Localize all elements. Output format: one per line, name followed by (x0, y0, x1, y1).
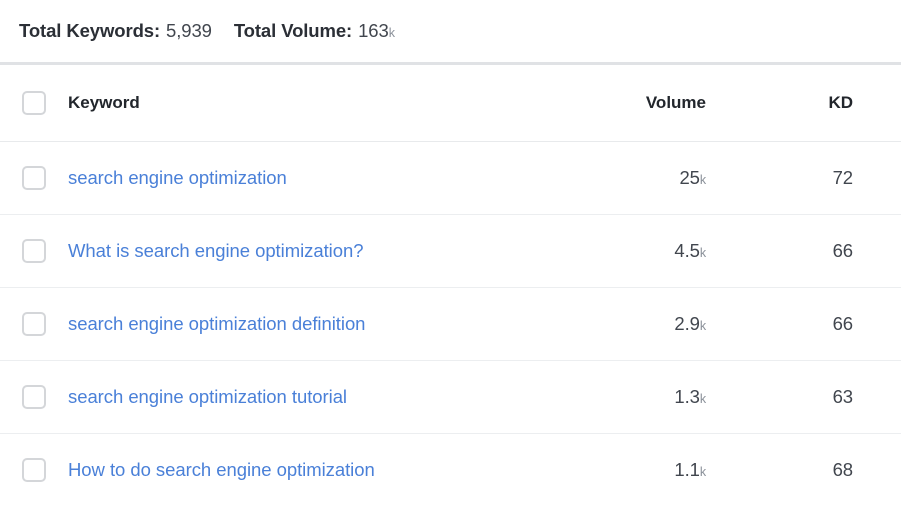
table-row: What is search engine optimization? 4.5k… (0, 215, 901, 288)
keyword-cell: search engine optimization tutorial (68, 361, 638, 434)
row-checkbox[interactable] (22, 458, 46, 482)
total-volume-label: Total Volume: (234, 20, 352, 42)
volume-unit: k (700, 173, 706, 187)
total-keywords-label: Total Keywords: (19, 20, 160, 42)
row-checkbox[interactable] (22, 239, 46, 263)
row-select-cell (0, 288, 68, 361)
volume-value: 1.3k (674, 386, 706, 407)
row-select-cell (0, 215, 68, 288)
kd-value: 72 (833, 167, 853, 188)
row-select-cell (0, 434, 68, 506)
select-all-checkbox[interactable] (22, 91, 46, 115)
kd-cell: 68 (753, 434, 901, 506)
volume-unit: k (700, 246, 706, 260)
volume-number: 4.5 (674, 240, 699, 261)
table-row: search engine optimization tutorial 1.3k… (0, 361, 901, 434)
kd-value: 66 (833, 313, 853, 334)
volume-cell: 1.3k (638, 361, 753, 434)
table-row: search engine optimization definition 2.… (0, 288, 901, 361)
table-header: Keyword Volume KD (0, 65, 901, 142)
row-checkbox[interactable] (22, 385, 46, 409)
volume-cell: 2.9k (638, 288, 753, 361)
column-header-keyword[interactable]: Keyword (68, 65, 638, 142)
row-checkbox[interactable] (22, 166, 46, 190)
kd-value: 63 (833, 386, 853, 407)
keyword-link[interactable]: search engine optimization (68, 167, 287, 188)
total-keywords-stat: Total Keywords: 5,939 (19, 20, 212, 42)
kd-value: 68 (833, 459, 853, 480)
keyword-link[interactable]: How to do search engine optimization (68, 459, 375, 480)
volume-unit: k (700, 465, 706, 479)
table-row: search engine optimization 25k 72 (0, 142, 901, 215)
keyword-cell: search engine optimization definition (68, 288, 638, 361)
kd-cell: 66 (753, 215, 901, 288)
row-checkbox[interactable] (22, 312, 46, 336)
volume-value: 1.1k (674, 459, 706, 480)
keyword-cell: How to do search engine optimization (68, 434, 638, 506)
kd-cell: 72 (753, 142, 901, 215)
volume-number: 2.9 (674, 313, 699, 334)
volume-value: 4.5k (674, 240, 706, 261)
row-select-cell (0, 361, 68, 434)
volume-value: 25k (679, 167, 706, 188)
total-volume-stat: Total Volume: 163k (234, 20, 395, 42)
total-keywords-value: 5,939 (166, 20, 212, 42)
kd-cell: 63 (753, 361, 901, 434)
total-volume-unit: k (389, 26, 395, 40)
volume-number: 25 (679, 167, 699, 188)
keyword-cell: search engine optimization (68, 142, 638, 215)
row-select-cell (0, 142, 68, 215)
volume-cell: 4.5k (638, 215, 753, 288)
volume-cell: 1.1k (638, 434, 753, 506)
keyword-cell: What is search engine optimization? (68, 215, 638, 288)
kd-cell: 66 (753, 288, 901, 361)
volume-value: 2.9k (674, 313, 706, 334)
keyword-table: Keyword Volume KD search engine optimiza… (0, 65, 901, 506)
volume-number: 1.1 (674, 459, 699, 480)
total-volume-value: 163 (358, 20, 389, 42)
table-body: search engine optimization 25k 72 What i… (0, 142, 901, 506)
select-all-header (0, 65, 68, 142)
keyword-results-panel: Total Keywords: 5,939 Total Volume: 163k… (0, 0, 901, 502)
keyword-link[interactable]: search engine optimization tutorial (68, 386, 347, 407)
volume-number: 1.3 (674, 386, 699, 407)
volume-unit: k (700, 319, 706, 333)
table-header-row: Keyword Volume KD (0, 65, 901, 142)
volume-unit: k (700, 392, 706, 406)
column-header-kd[interactable]: KD (753, 65, 901, 142)
column-header-volume[interactable]: Volume (638, 65, 753, 142)
summary-bar: Total Keywords: 5,939 Total Volume: 163k (0, 0, 901, 62)
table-row: How to do search engine optimization 1.1… (0, 434, 901, 506)
volume-cell: 25k (638, 142, 753, 215)
keyword-link[interactable]: What is search engine optimization? (68, 240, 363, 261)
kd-value: 66 (833, 240, 853, 261)
keyword-link[interactable]: search engine optimization definition (68, 313, 365, 334)
